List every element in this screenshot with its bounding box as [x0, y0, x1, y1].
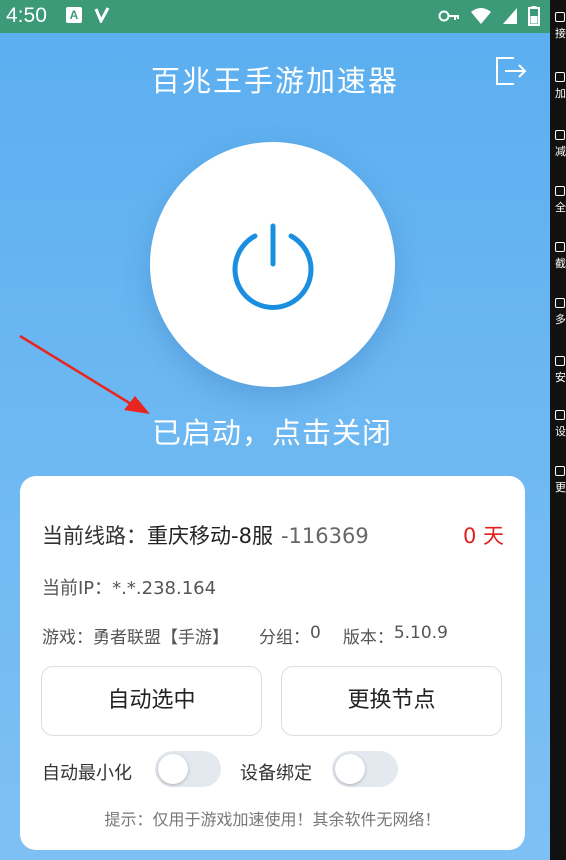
side-icon [555, 356, 565, 366]
toggle-row: 自动最小化 设备绑定 [42, 750, 522, 790]
side-item-4[interactable]: 全 [555, 186, 566, 214]
group-label: 分组： [259, 628, 310, 648]
side-icon [555, 130, 565, 140]
side-item-label: 更 [555, 481, 566, 494]
device-bind-label: 设备绑定 [240, 763, 312, 784]
phone-screen: 4:50 A 百兆王手游加速器 已启动，点击关闭 当前线路：重庆移动-8服 -11… [0, 0, 550, 860]
ip-row: 当前IP：*.*.238.164 [42, 574, 216, 600]
toggle-knob [158, 754, 188, 784]
side-item-label: 接 [555, 27, 566, 40]
side-item-label: 截 [555, 257, 566, 270]
side-item-label: 减 [555, 145, 566, 158]
side-item-label: 全 [555, 201, 566, 214]
exit-icon[interactable] [494, 54, 528, 88]
battery-icon [528, 6, 540, 26]
side-icon [555, 12, 565, 22]
side-item-label: 安 [555, 371, 566, 384]
signal-icon [503, 8, 517, 24]
side-icon [555, 466, 565, 476]
auto-select-button[interactable]: 自动选中 [41, 666, 262, 736]
side-icon [555, 186, 565, 196]
key-icon [438, 10, 459, 22]
version-value: 5.10.9 [393, 623, 448, 643]
connection-card: 当前线路：重庆移动-8服 -116369 0 天 当前IP：*.*.238.164… [20, 476, 525, 850]
device-bind-toggle[interactable] [332, 751, 398, 787]
side-item-8[interactable]: 设 [555, 410, 566, 438]
route-name: 重庆移动-8服 [147, 524, 273, 548]
group-value: 0 [310, 623, 321, 643]
status-left-icons: A [66, 7, 110, 23]
side-item-1[interactable]: 接 [555, 12, 566, 40]
power-toggle-button[interactable] [150, 142, 395, 387]
status-right-icons [438, 6, 540, 26]
version-label: 版本： [342, 628, 394, 648]
notification-a-icon: A [66, 7, 82, 23]
side-item-3[interactable]: 减 [555, 130, 566, 158]
auto-minimize-toggle[interactable] [155, 751, 221, 787]
game-value: 勇者联盟【手游】 [93, 628, 229, 648]
side-item-9[interactable]: 更 [555, 466, 566, 494]
side-item-label: 加 [555, 87, 566, 100]
status-bar: 4:50 A [0, 0, 550, 33]
ip-label: 当前IP： [42, 578, 113, 599]
auto-minimize-label: 自动最小化 [42, 763, 132, 784]
side-item-6[interactable]: 多 [555, 298, 566, 326]
usage-hint: 提示：仅用于游戏加速使用！其余软件无网络！ [104, 810, 441, 829]
service-status-text[interactable]: 已启动，点击关闭 [0, 410, 544, 452]
power-icon [232, 223, 314, 310]
side-toolbar: 接 加 减 全 截 多 安 设 更 [550, 0, 566, 860]
red-arrow-annotation [19, 334, 150, 414]
ip-value: *.*.238.164 [112, 578, 217, 599]
game-label: 游戏： [42, 628, 93, 648]
remaining-days: 0 天 [462, 524, 504, 548]
side-item-2[interactable]: 加 [555, 72, 566, 100]
check-v-icon [94, 7, 110, 23]
side-icon [555, 410, 565, 420]
side-icon [555, 72, 565, 82]
route-id: -116369 [280, 524, 369, 548]
toggle-knob [335, 754, 365, 784]
game-info-row: 游戏： 勇者联盟【手游】 分组： 0 版本： 5.10.9 [42, 623, 448, 648]
side-icon [555, 242, 565, 252]
side-icon [555, 298, 565, 308]
side-item-7[interactable]: 安 [555, 356, 566, 384]
app-title: 百兆王手游加速器 [150, 64, 399, 98]
status-time: 4:50 [6, 4, 47, 27]
change-node-button[interactable]: 更换节点 [281, 666, 502, 736]
side-item-label: 设 [555, 425, 566, 438]
wifi-icon [471, 8, 491, 24]
side-item-5[interactable]: 截 [555, 242, 566, 270]
route-label: 当前线路： [42, 524, 147, 548]
side-item-label: 多 [555, 313, 566, 326]
route-row: 当前线路：重庆移动-8服 -116369 0 天 [42, 520, 504, 550]
